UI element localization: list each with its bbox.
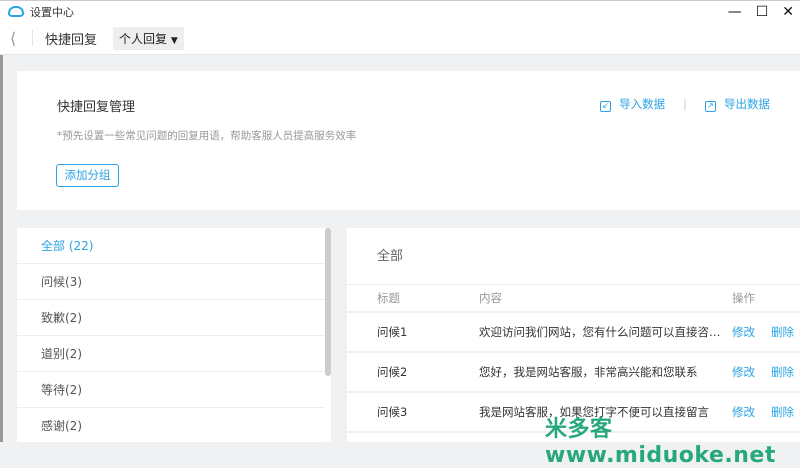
column-header: 操作: [732, 291, 755, 305]
group-item-all[interactable]: 全部 (22): [17, 228, 325, 264]
row-content: 您好，我是网站客服，非常高兴能和您联系: [479, 365, 698, 379]
divider: |: [683, 97, 687, 111]
group-item[interactable]: 道别(2): [17, 336, 325, 372]
import-icon: ↙: [600, 101, 612, 112]
table-title: 全部: [347, 228, 800, 285]
table-row: 问候1 欢迎访问我们网站，您有什么问题可以直接咨询我们 修改 删除: [347, 313, 800, 353]
table-header: 标题 内容 操作: [347, 285, 800, 313]
group-item[interactable]: 等待(2): [17, 372, 325, 408]
export-data-link[interactable]: ↗ 导出数据: [705, 96, 770, 112]
window-edge: [0, 55, 3, 442]
table-row: 问候2 您好，我是网站客服，非常高兴能和您联系 修改 删除: [347, 353, 800, 393]
group-item[interactable]: 感谢(2): [17, 408, 325, 444]
row-title: 问候1: [377, 325, 408, 339]
import-label: 导入数据: [619, 97, 666, 111]
reply-type-value: 个人回复: [119, 31, 168, 46]
scrollbar[interactable]: [325, 228, 331, 376]
app-logo-icon: [8, 6, 24, 17]
import-data-link[interactable]: ↙ 导入数据: [600, 96, 665, 112]
minimize-icon[interactable]: —: [728, 4, 742, 20]
caret-down-icon: ▼: [170, 35, 178, 46]
card-description: *预先设置一些常见问题的回复用语，帮助客服人员提高服务效率: [57, 130, 357, 142]
delete-link[interactable]: 删除: [771, 324, 794, 340]
row-content: 欢迎访问我们网站，您有什么问题可以直接咨询我们: [479, 325, 732, 339]
group-list: 全部 (22) 问候(3) 致歉(2) 道别(2) 等待(2) 感谢(2): [17, 228, 331, 444]
title-bar: 设置中心 — ☐ ✕: [0, 0, 800, 22]
edit-link[interactable]: 修改: [732, 364, 755, 380]
edit-link[interactable]: 修改: [732, 324, 755, 340]
row-title: 问候2: [377, 365, 408, 379]
group-item[interactable]: 致歉(2): [17, 300, 325, 336]
management-card: 快捷回复管理 *预先设置一些常见问题的回复用语，帮助客服人员提高服务效率 添加分…: [17, 71, 800, 210]
export-label: 导出数据: [724, 97, 770, 111]
reply-type-select[interactable]: 个人回复 ▼: [113, 26, 184, 50]
page-header: ⟨ 快捷回复 个人回复 ▼: [0, 22, 800, 55]
close-icon[interactable]: ✕: [782, 4, 794, 20]
add-group-button[interactable]: 添加分组: [56, 164, 119, 187]
page-title: 快捷回复: [45, 32, 98, 48]
column-header: 内容: [479, 291, 502, 305]
delete-link[interactable]: 删除: [771, 364, 794, 380]
export-icon: ↗: [705, 101, 716, 112]
watermark: 米多客www.miduoke.net: [545, 417, 776, 468]
group-item[interactable]: 问候(3): [17, 264, 325, 300]
card-title: 快捷回复管理: [57, 100, 136, 115]
reply-table-panel: 全部 标题 内容 操作 问候1 欢迎访问我们网站，您有什么问题可以直接咨询我们 …: [347, 228, 800, 442]
back-chevron-icon[interactable]: ⟨: [10, 29, 30, 48]
window-title: 设置中心: [30, 5, 74, 19]
column-header: 标题: [377, 291, 400, 305]
row-title: 问候3: [377, 405, 408, 419]
maximize-icon[interactable]: ☐: [756, 4, 769, 20]
divider: [32, 30, 33, 46]
